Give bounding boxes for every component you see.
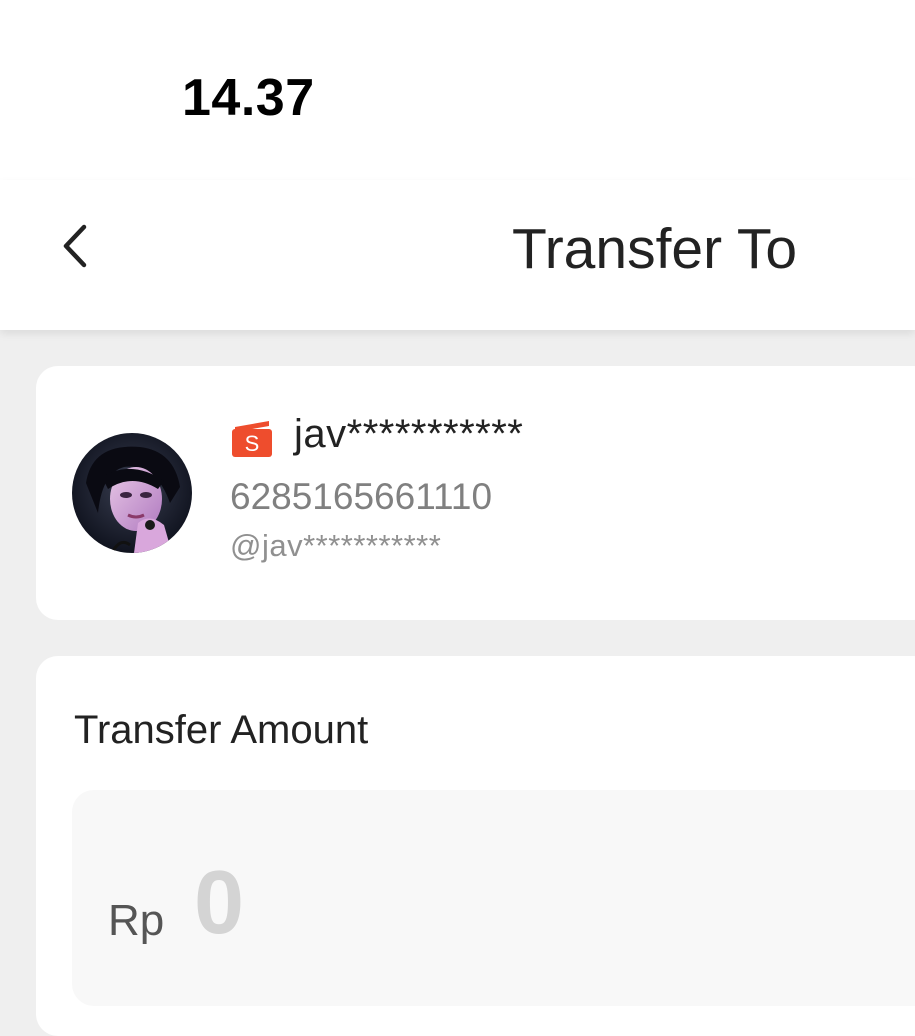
currency-label: Rp (108, 896, 165, 945)
amount-card: Transfer Amount Rp 0 (36, 656, 915, 1036)
recipient-name: jav*********** (294, 412, 524, 456)
recipient-phone: 6285165661110 (230, 476, 493, 517)
amount-label: Transfer Amount (74, 708, 369, 752)
shopee-s-icon: S (232, 421, 272, 457)
page-title: Transfer To (512, 217, 798, 281)
amount-value: 0 (194, 853, 245, 953)
status-bar: 14.37 (0, 0, 915, 180)
chevron-left-icon (63, 224, 87, 268)
svg-text:S: S (245, 431, 260, 456)
status-time: 14.37 (182, 69, 315, 127)
back-button[interactable] (50, 216, 100, 276)
avatar[interactable] (72, 433, 192, 553)
amount-input[interactable]: Rp 0 (72, 790, 915, 1006)
header: Transfer To (0, 180, 915, 330)
recipient-card: S jav*********** 6285165661110 @jav*****… (36, 366, 915, 620)
recipient-username: @jav*********** (230, 528, 442, 563)
